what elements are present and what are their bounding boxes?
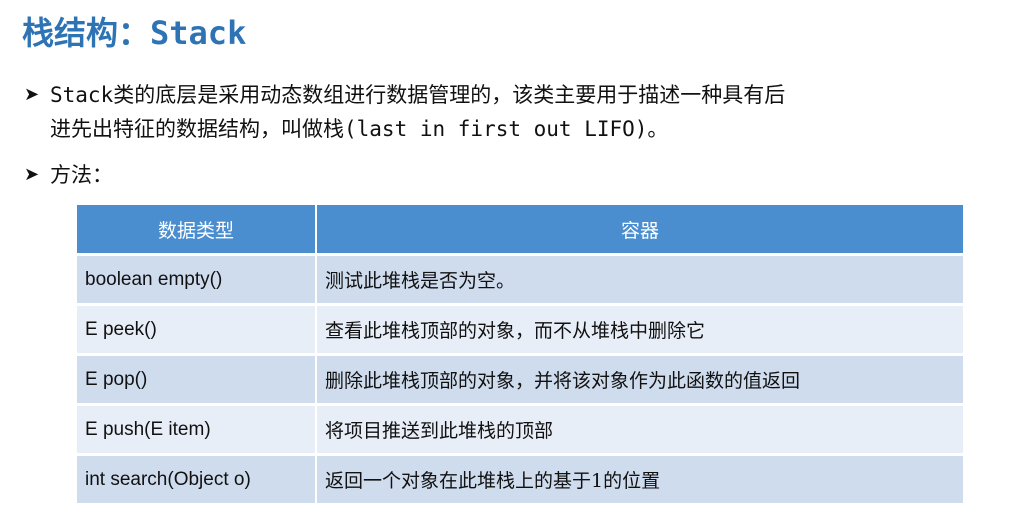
bullet-line: 方法： xyxy=(50,163,113,187)
table-row: E push(E item) 将项目推送到此堆栈的顶部 xyxy=(77,403,963,455)
arrow-bullet-icon: ➤ xyxy=(24,164,40,185)
methods-table: 数据类型 容器 boolean empty() 测试此堆栈是否为空。 E pee… xyxy=(77,205,963,503)
method-signature: int search(Object o) xyxy=(77,453,317,503)
table-row: E peek() 查看此堆栈顶部的对象，而不从堆栈中删除它 xyxy=(77,303,963,355)
method-signature: boolean empty() xyxy=(77,253,317,305)
bullet-methods: ➤ 方法： xyxy=(24,158,1030,192)
method-description: 测试此堆栈是否为空。 xyxy=(316,253,963,305)
method-signature: E push(E item) xyxy=(77,403,317,455)
slide-title: 栈结构：Stack xyxy=(22,14,247,52)
method-signature: E peek() xyxy=(77,303,317,355)
bullet-text: 方法： xyxy=(50,158,1030,192)
table-header-row: 数据类型 容器 xyxy=(77,205,963,255)
column-header-type: 数据类型 xyxy=(77,205,317,255)
bullet-text: Stack类的底层是采用动态数组进行数据管理的，该类主要用于描述一种具有后 进先出… xyxy=(50,78,1030,146)
method-description: 将项目推送到此堆栈的顶部 xyxy=(316,403,963,455)
bullet-description: ➤ Stack类的底层是采用动态数组进行数据管理的，该类主要用于描述一种具有后 进先… xyxy=(24,78,1030,146)
method-signature: E pop() xyxy=(77,353,317,405)
column-header-container: 容器 xyxy=(316,205,963,255)
arrow-bullet-icon: ➤ xyxy=(24,84,40,105)
method-description: 返回一个对象在此堆栈上的基于1的位置 xyxy=(316,453,963,503)
table-row: E pop() 删除此堆栈顶部的对象，并将该对象作为此函数的值返回 xyxy=(77,353,963,405)
method-description: 查看此堆栈顶部的对象，而不从堆栈中删除它 xyxy=(316,303,963,355)
method-description: 删除此堆栈顶部的对象，并将该对象作为此函数的值返回 xyxy=(316,353,963,405)
bullet-line: Stack类的底层是采用动态数组进行数据管理的，该类主要用于描述一种具有后 xyxy=(50,83,786,107)
table-row: int search(Object o) 返回一个对象在此堆栈上的基于1的位置 xyxy=(77,453,963,503)
table-row: boolean empty() 测试此堆栈是否为空。 xyxy=(77,253,963,305)
bullet-line: 进先出特征的数据结构，叫做栈(last in first out LIFO)。 xyxy=(50,117,669,141)
